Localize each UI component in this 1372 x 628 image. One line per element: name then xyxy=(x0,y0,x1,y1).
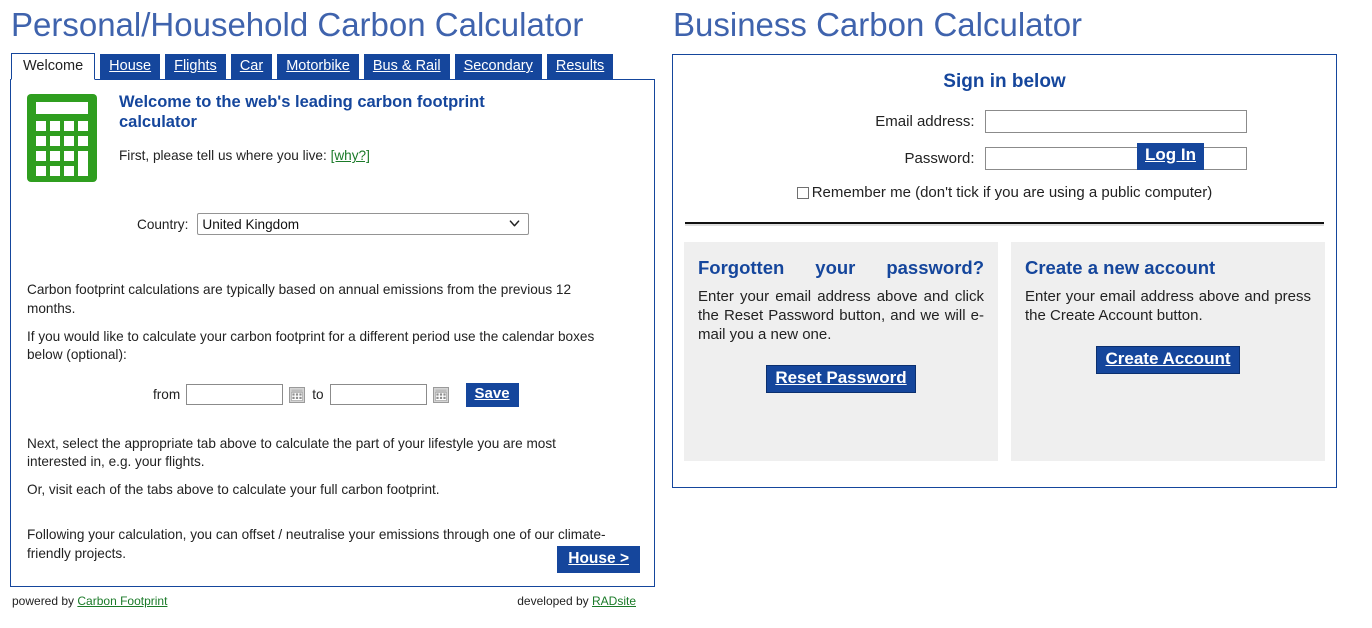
tab-flights[interactable]: Flights xyxy=(165,54,226,80)
create-account-heading: Create a new account xyxy=(1025,257,1216,278)
create-account-body: Enter your email address above and press… xyxy=(1025,288,1311,325)
tab-welcome[interactable]: Welcome xyxy=(11,53,96,80)
why-link[interactable]: [why?] xyxy=(331,148,370,163)
next-button-wrap: House > xyxy=(557,545,640,573)
from-date-input[interactable] xyxy=(186,384,284,406)
footer: powered by Carbon Footprint developed by… xyxy=(10,594,655,608)
country-select-wrap: United Kingdom xyxy=(197,213,530,235)
different-period-paragraph: If you would like to calculate your carb… xyxy=(27,328,595,363)
footer-powered-by: powered by Carbon Footprint xyxy=(12,594,167,608)
personal-tab-strip: Welcome House Flights Car Motorbike Bus … xyxy=(10,53,655,80)
tab-house[interactable]: House xyxy=(100,54,161,80)
email-label: Email address: xyxy=(875,113,975,130)
carbon-footprint-link[interactable]: Carbon Footprint xyxy=(77,594,167,608)
to-date-input[interactable] xyxy=(329,384,427,406)
footer-powered-label: powered by xyxy=(12,594,75,608)
house-next-button[interactable]: House > xyxy=(557,545,640,573)
remember-me-label: Remember me (don't tick if you are using… xyxy=(811,184,1213,201)
remember-me-checkbox[interactable] xyxy=(796,186,809,199)
password-row: Password: Log In xyxy=(683,143,1326,170)
country-row: Country: United Kingdom xyxy=(137,213,638,235)
annual-emissions-paragraph: Carbon footprint calculations are typica… xyxy=(27,282,572,316)
where-you-live-text: First, please tell us where you live: xyxy=(119,148,327,164)
welcome-text-block: Welcome to the web's leading carbon foot… xyxy=(119,92,638,163)
business-calculator-column: Business Carbon Calculator Sign in below… xyxy=(672,0,1337,488)
calculator-icon xyxy=(27,94,97,187)
welcome-panel: Welcome to the web's leading carbon foot… xyxy=(10,79,655,587)
visit-each-tab-paragraph: Or, visit each of the tabs above to calc… xyxy=(27,482,440,497)
date-range-row: from to Save xyxy=(153,383,638,407)
forgotten-password-heading: Forgotten your password? xyxy=(698,256,984,279)
section-divider xyxy=(685,222,1324,226)
from-label: from xyxy=(153,387,181,403)
to-label: to xyxy=(312,387,324,403)
country-label: Country: xyxy=(137,216,189,232)
tab-motorbike[interactable]: Motorbike xyxy=(277,54,359,80)
remember-me-row: Remember me (don't tick if you are using… xyxy=(683,184,1326,201)
next-select-tab-paragraph: Next, select the appropriate tab above t… xyxy=(27,435,556,470)
where-you-live-line: First, please tell us where you live: [w… xyxy=(119,148,638,163)
offset-projects-paragraph: Following your calculation, you can offs… xyxy=(27,526,606,561)
tab-bus-rail[interactable]: Bus & Rail xyxy=(363,54,450,80)
reset-password-button[interactable]: Reset Password xyxy=(766,364,916,394)
calendar-icon-to[interactable] xyxy=(432,386,449,403)
save-button[interactable]: Save xyxy=(465,383,519,407)
password-field[interactable] xyxy=(984,147,1247,170)
personal-calculator-column: Personal/Household Carbon Calculator Wel… xyxy=(10,0,655,608)
tab-car[interactable]: Car xyxy=(230,54,273,80)
welcome-heading: Welcome to the web's leading carbon foot… xyxy=(119,93,485,132)
create-account-card: Create a new account Enter your email ad… xyxy=(1011,242,1325,461)
email-row: Email address: xyxy=(683,110,1326,133)
password-label: Password: xyxy=(904,150,975,167)
forgotten-heading-part3: password? xyxy=(886,257,985,278)
business-page-title: Business Carbon Calculator xyxy=(673,6,1083,43)
create-account-button-wrap: Create Account xyxy=(1025,345,1311,375)
personal-page-title: Personal/Household Carbon Calculator xyxy=(11,6,584,43)
tab-results[interactable]: Results xyxy=(546,54,614,80)
country-select[interactable]: United Kingdom xyxy=(197,213,530,235)
forgotten-heading-part2: your xyxy=(815,257,856,278)
radsite-link[interactable]: RADsite xyxy=(592,594,636,608)
create-account-button[interactable]: Create Account xyxy=(1096,345,1240,375)
calendar-icon-from[interactable] xyxy=(289,386,306,403)
forgotten-password-card: Forgotten your password? Enter your emai… xyxy=(684,242,998,461)
account-cards-row: Forgotten your password? Enter your emai… xyxy=(683,242,1326,461)
reset-password-button-wrap: Reset Password xyxy=(698,364,984,394)
log-in-button[interactable]: Log In xyxy=(1137,143,1204,170)
welcome-header-row: Welcome to the web's leading carbon foot… xyxy=(27,92,638,187)
forgotten-password-body: Enter your email address above and click… xyxy=(698,288,984,343)
forgotten-heading-part1: Forgotten xyxy=(698,257,785,278)
tab-secondary[interactable]: Secondary xyxy=(454,54,542,80)
footer-developed-by: developed by RADsite xyxy=(517,594,636,608)
sign-in-heading: Sign in below xyxy=(943,71,1066,92)
footer-developed-label: developed by xyxy=(517,594,589,608)
email-field[interactable] xyxy=(984,110,1247,133)
sign-in-panel: Sign in below Email address: Password: L… xyxy=(672,54,1337,488)
